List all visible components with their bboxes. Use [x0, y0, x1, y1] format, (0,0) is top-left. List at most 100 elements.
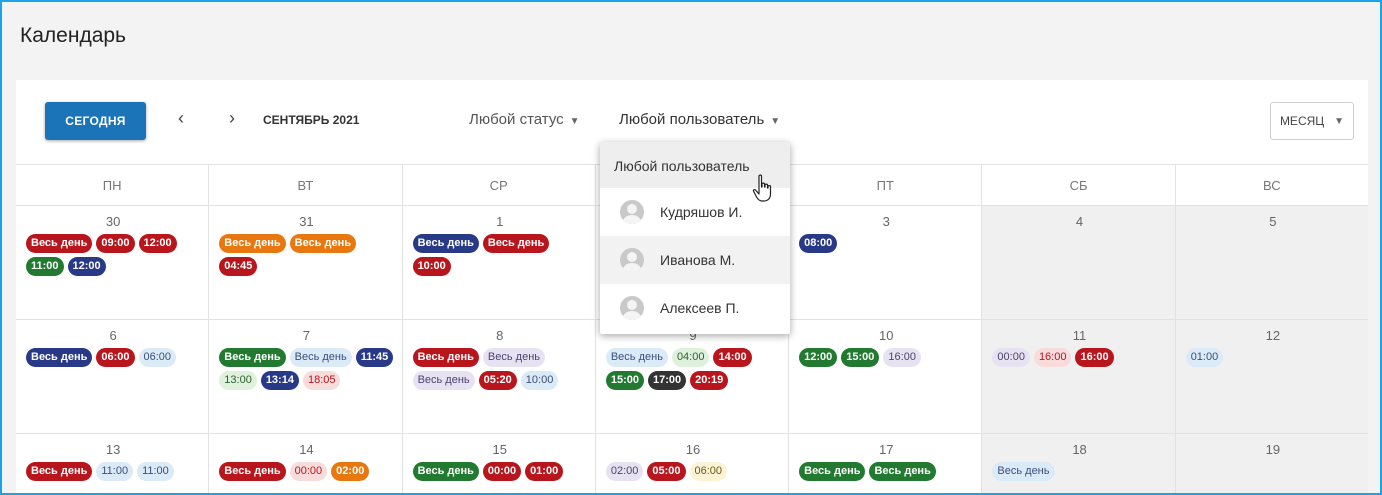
event-chip[interactable]: 02:00	[331, 462, 370, 481]
event-chip[interactable]: 01:00	[1185, 348, 1224, 367]
day-cell[interactable]: 3 08:00	[789, 206, 983, 319]
event-chip[interactable]: 04:00	[671, 348, 710, 367]
event-chip[interactable]: 06:00	[689, 462, 728, 481]
event-chip[interactable]: 11:00	[96, 462, 134, 481]
day-number: 17	[879, 442, 894, 457]
day-cell[interactable]: 7 Весь день Весь день 11:45 13:00 13:14 18:05	[209, 320, 403, 433]
day-number: 1	[496, 214, 504, 229]
day-number: 11	[1072, 328, 1087, 343]
weekday-header: СР	[403, 165, 596, 205]
event-list: Весь день 09:00 12:00 11:00 12:00	[26, 234, 200, 276]
event-chip[interactable]: 17:00	[647, 371, 687, 390]
event-chip[interactable]: 00:00	[289, 462, 328, 481]
day-cell[interactable]: 12 01:00	[1175, 320, 1368, 433]
event-chip[interactable]: 15:00	[605, 371, 644, 390]
event-chip[interactable]: 10:00	[412, 257, 451, 276]
weekday-header: СБ	[982, 165, 1176, 205]
event-chip[interactable]: 01:00	[525, 462, 564, 481]
event-chip[interactable]: 13:14	[260, 371, 299, 390]
day-number: 12	[1265, 328, 1281, 343]
day-cell[interactable]: 19	[1175, 434, 1368, 493]
event-chip[interactable]: 02:00	[605, 462, 644, 481]
event-chip[interactable]: Весь день	[26, 348, 93, 367]
event-chip[interactable]: Весь день	[219, 348, 286, 367]
event-list: 00:00 16:00 16:00	[992, 348, 1166, 367]
event-chip[interactable]: Весь день	[412, 462, 479, 481]
view-mode-label: МЕСЯЦ	[1279, 114, 1325, 128]
event-chip[interactable]: 00:00	[482, 462, 522, 481]
event-chip[interactable]: 11:45	[355, 348, 394, 367]
event-chip[interactable]: Весь день	[289, 348, 352, 367]
event-chip[interactable]: 18:05	[302, 371, 341, 390]
day-cell[interactable]: 17 Весь день Весь день	[789, 434, 983, 493]
event-chip[interactable]: 06:00	[138, 348, 177, 367]
day-cell[interactable]: 6 Весь день 06:00 06:00	[16, 320, 210, 433]
event-chip[interactable]: 16:00	[1033, 348, 1072, 367]
view-mode-select[interactable]: МЕСЯЦ ▼	[1270, 102, 1354, 140]
event-chip[interactable]: 10:00	[520, 371, 559, 390]
event-chip[interactable]: 04:45	[219, 257, 258, 276]
event-chip[interactable]: 15:00	[841, 348, 880, 367]
event-chip[interactable]: 00:00	[992, 348, 1030, 367]
event-chip[interactable]: Весь день	[992, 462, 1055, 481]
event-chip[interactable]: Весь день	[412, 348, 479, 367]
event-chip[interactable]: Весь день	[799, 462, 866, 481]
user-menu-option[interactable]: Алексеев П.	[600, 284, 790, 332]
current-month-label: СЕНТЯБРЬ 2021	[263, 113, 360, 127]
day-cell[interactable]: 14 Весь день 00:00 02:00	[209, 434, 403, 493]
event-list: Весь день 04:00 14:00 15:00 17:00 20:19	[605, 348, 780, 390]
day-number: 31	[299, 214, 314, 229]
day-cell[interactable]: 4	[982, 206, 1176, 319]
event-chip[interactable]: 16:00	[1075, 348, 1114, 367]
event-chip[interactable]: 09:00	[96, 234, 135, 253]
caret-down-icon: ▼	[770, 116, 781, 127]
status-filter-dropdown[interactable]: Любой статус ▼	[469, 111, 580, 128]
day-cell[interactable]: 13 Весь день 11:00 11:00	[16, 434, 210, 493]
event-chip[interactable]: 12:00	[138, 234, 177, 253]
prev-month-button[interactable]: ‹	[171, 108, 191, 129]
event-chip[interactable]: Весь день	[605, 348, 668, 367]
event-chip[interactable]: 11:00	[26, 257, 64, 276]
day-cell[interactable]: 31 Весь день Весь день 04:45	[209, 206, 403, 319]
event-chip[interactable]: 06:00	[96, 348, 135, 367]
day-cell[interactable]: 16 02:00 05:00 06:00	[596, 434, 790, 493]
event-chip[interactable]: Весь день	[26, 462, 93, 481]
event-chip[interactable]: Весь день	[482, 234, 550, 253]
event-chip[interactable]: Весь день	[412, 371, 475, 390]
day-number: 6	[109, 328, 117, 343]
event-chip[interactable]: 16:00	[883, 348, 921, 367]
day-cell[interactable]: 18 Весь день	[982, 434, 1176, 493]
event-chip[interactable]: 12:00	[67, 257, 106, 276]
day-cell[interactable]: 1 Весь день Весь день 10:00	[403, 206, 596, 319]
user-filter-dropdown[interactable]: Любой пользователь ▼	[619, 111, 780, 128]
event-list: 01:00	[1185, 348, 1360, 367]
event-chip[interactable]: 11:00	[137, 462, 174, 481]
event-list: Весь день Весь день	[799, 462, 973, 481]
event-chip[interactable]: 05:20	[478, 371, 517, 390]
day-cell[interactable]: 15 Весь день 00:00 01:00	[403, 434, 596, 493]
event-chip[interactable]: Весь день	[482, 348, 546, 367]
event-chip[interactable]: 08:00	[799, 234, 838, 253]
event-chip[interactable]: 20:19	[690, 371, 729, 390]
user-menu-option[interactable]: Иванова М.	[600, 236, 790, 284]
day-cell[interactable]: 9 Весь день 04:00 14:00 15:00 17:00 20:19	[596, 320, 790, 433]
event-chip[interactable]: Весь день	[26, 234, 93, 253]
event-chip[interactable]: Весь день	[869, 462, 936, 481]
event-chip[interactable]: 12:00	[799, 348, 838, 367]
next-month-button[interactable]: ›	[222, 108, 242, 129]
event-chip[interactable]: 13:00	[219, 371, 257, 390]
event-chip[interactable]: Весь день	[219, 462, 286, 481]
user-name-label: Иванова М.	[660, 252, 736, 268]
day-cell[interactable]: 8 Весь день Весь день Весь день 05:20 10:00	[403, 320, 596, 433]
day-cell[interactable]: 11 00:00 16:00 16:00	[982, 320, 1176, 433]
event-chip[interactable]: Весь день	[289, 234, 356, 253]
page-title: Календарь	[20, 24, 126, 47]
today-button[interactable]: СЕГОДНЯ	[45, 102, 146, 140]
day-cell[interactable]: 30 Весь день 09:00 12:00 11:00 12:00	[16, 206, 210, 319]
day-cell[interactable]: 10 12:00 15:00 16:00	[789, 320, 983, 433]
day-cell[interactable]: 5	[1175, 206, 1368, 319]
event-chip[interactable]: Весь день	[412, 234, 479, 253]
event-chip[interactable]: 14:00	[713, 348, 752, 367]
event-chip[interactable]: Весь день	[219, 234, 286, 253]
event-chip[interactable]: 05:00	[647, 462, 686, 481]
